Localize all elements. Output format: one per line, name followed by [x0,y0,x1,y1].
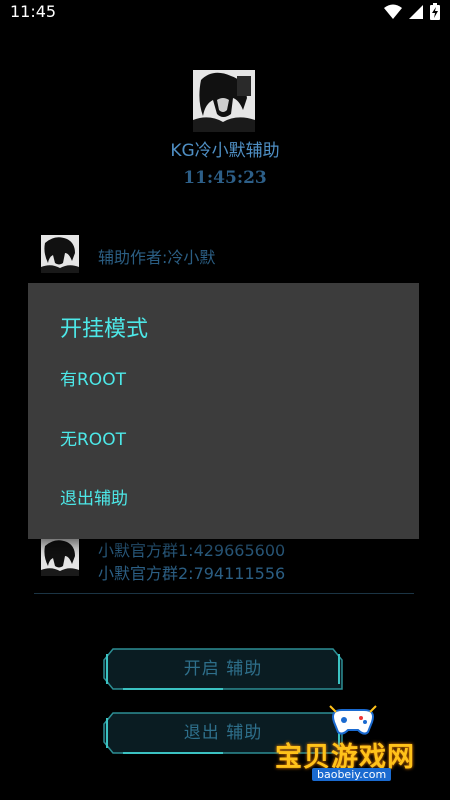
mode-dialog: 开挂模式 有ROOT 无ROOT 退出辅助 [28,283,419,539]
group-avatar [41,538,79,576]
dialog-title: 开挂模式 [60,317,149,342]
app-avatar [193,70,255,132]
option-exit-assist[interactable]: 退出辅助 [60,479,390,519]
status-bar: 11:45 [0,0,450,24]
author-text: 辅助作者:冷小默 [98,248,216,267]
app-title: KG冷小默辅助 [170,141,280,161]
wifi-icon [384,4,402,19]
start-assist-button[interactable]: 开启 辅助 [103,648,343,690]
option-with-root[interactable]: 有ROOT [60,360,390,400]
battery-icon [430,3,440,20]
site-watermark: 宝贝游戏网 baobeiy.com [270,700,446,784]
status-icons [384,3,440,20]
author-avatar [41,235,79,273]
watermark-url: baobeiy.com [312,768,392,781]
option-without-root[interactable]: 无ROOT [60,420,390,460]
status-time: 11:45 [10,2,57,21]
clock: 11:45:23 [183,168,267,188]
gamepad-icon [329,705,377,735]
divider [34,593,414,594]
signal-icon [409,4,423,19]
group-number-1: 小默官方群1:429665600 [98,541,286,560]
group-number-2: 小默官方群2:794111556 [98,564,286,583]
start-assist-label: 开启 辅助 [183,659,263,679]
